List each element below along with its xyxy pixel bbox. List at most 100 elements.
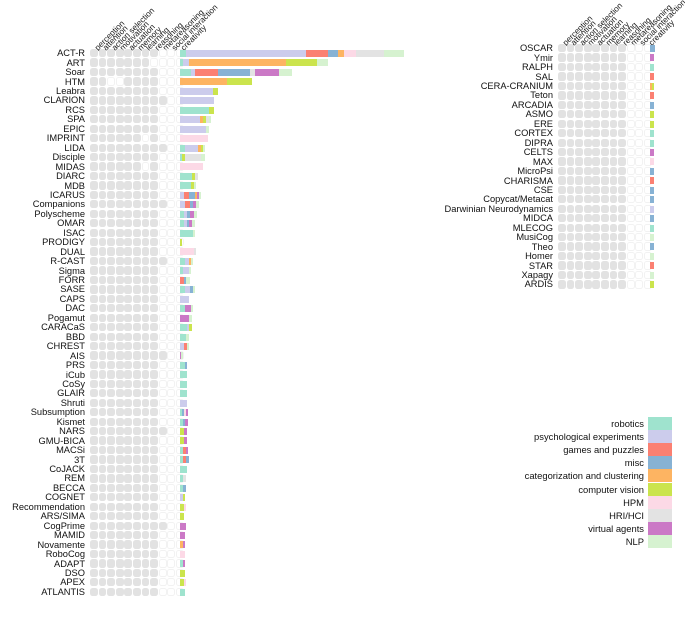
row-label: PRS [65, 360, 85, 371]
legend-label: NLP [625, 535, 644, 547]
matrix-cell-empty [158, 341, 167, 351]
matrix-cell-filled [150, 578, 159, 587]
bar-segment [180, 314, 189, 322]
matrix-cell-filled [583, 138, 592, 147]
matrix-cell-empty [635, 81, 644, 91]
row-label: Theo [531, 241, 553, 252]
matrix-cell-filled [592, 214, 601, 223]
matrix-cell-filled [141, 549, 150, 559]
matrix-cell-filled [98, 549, 107, 559]
matrix-cell-filled [90, 559, 98, 568]
matrix-cell-filled [618, 195, 627, 204]
matrix-cell-empty [626, 110, 635, 119]
matrix-cell-filled [601, 157, 609, 166]
matrix-cell-empty [635, 223, 644, 232]
legend-label: computer vision [578, 483, 644, 495]
matrix-cell-filled [98, 587, 107, 596]
matrix-cell-filled [566, 129, 575, 138]
matrix-cell-filled [558, 129, 566, 138]
matrix-cell-filled [583, 214, 592, 223]
matrix-cell-empty [635, 100, 644, 109]
matrix-cell-filled [90, 323, 98, 332]
matrix-cell-empty [158, 389, 167, 398]
matrix-cell-filled [609, 91, 618, 100]
matrix-cell-empty [626, 223, 635, 232]
matrix-cell-empty [626, 53, 635, 62]
matrix-cell-empty [626, 147, 635, 157]
matrix-cell-filled [609, 214, 618, 223]
matrix-cell-filled [618, 129, 627, 138]
matrix-cell-filled [107, 578, 116, 587]
matrix-cell-filled [150, 341, 159, 351]
row-label: ERE [533, 118, 553, 129]
matrix-cell-filled [609, 53, 618, 62]
matrix-cell-filled [609, 72, 618, 81]
matrix-cell-filled [566, 185, 575, 194]
matrix-cell-filled [98, 370, 107, 379]
matrix-cell-filled [609, 185, 618, 194]
matrix-cell-empty [167, 351, 176, 360]
matrix-cell-filled [133, 379, 141, 388]
bar-segment [650, 234, 654, 241]
matrix-cell-empty [158, 294, 167, 303]
bar-segment [180, 295, 189, 303]
matrix-cell-filled [575, 270, 584, 280]
matrix-cell-filled [609, 251, 618, 261]
matrix-cell-filled [575, 176, 584, 185]
matrix-cell-filled [150, 294, 159, 303]
bar-segment [650, 73, 654, 81]
matrix-cell-filled [115, 587, 124, 596]
matrix-cell-filled [107, 351, 116, 360]
matrix-cell-filled [150, 313, 159, 322]
matrix-cell-filled [133, 351, 141, 360]
matrix-cell-empty [635, 261, 644, 270]
row-label: Homer [525, 251, 553, 262]
matrix-cell-filled [566, 270, 575, 280]
matrix-cell-empty [158, 578, 167, 587]
bar-segment [191, 305, 193, 313]
matrix-cell-empty [635, 185, 644, 194]
matrix-cell-filled [141, 578, 150, 587]
row-label: Xapagy [521, 270, 553, 280]
matrix-cell-filled [558, 138, 566, 147]
matrix-cell-filled [133, 568, 141, 577]
matrix-cell-empty [167, 360, 176, 370]
legend-swatch [648, 534, 672, 548]
matrix-cell-filled [150, 332, 159, 341]
row-label: RALPH [521, 62, 553, 73]
matrix-cell-filled [592, 185, 601, 194]
matrix-cell-empty [635, 251, 644, 261]
matrix-cell-filled [124, 351, 133, 360]
matrix-cell-filled [98, 389, 107, 398]
matrix-cell-filled [115, 408, 124, 417]
matrix-cell-filled [107, 294, 116, 303]
legend-item: categorization and clustering [0, 469, 672, 483]
matrix-cell-filled [575, 166, 584, 176]
matrix-cell-filled [141, 294, 150, 303]
matrix-cell-filled [566, 110, 575, 119]
matrix-cell-filled [150, 370, 159, 379]
matrix-cell-filled [575, 119, 584, 128]
matrix-cell-empty [167, 398, 176, 407]
matrix-cell-filled [141, 370, 150, 379]
matrix-cell-filled [124, 379, 133, 388]
matrix-cell-filled [558, 62, 566, 72]
matrix-cell-filled [592, 44, 601, 53]
matrix-cell-filled [133, 578, 141, 587]
bar-segment [185, 361, 187, 369]
matrix-cell-filled [98, 578, 107, 587]
row-label: ASMO [525, 109, 553, 120]
matrix-cell-filled [601, 119, 609, 128]
matrix-cell-filled [566, 280, 575, 289]
matrix-cell-filled [592, 233, 601, 242]
matrix-cell-filled [141, 389, 150, 398]
bar-segment [650, 243, 654, 251]
matrix-cell-filled [609, 138, 618, 147]
matrix-cell-empty [635, 157, 644, 166]
matrix-cell-filled [618, 242, 627, 251]
matrix-cell-empty [158, 332, 167, 341]
matrix-cell-empty [158, 587, 167, 596]
matrix-cell-empty [158, 379, 167, 388]
matrix-cell-filled [558, 176, 566, 185]
legend-label: misc [624, 457, 644, 469]
